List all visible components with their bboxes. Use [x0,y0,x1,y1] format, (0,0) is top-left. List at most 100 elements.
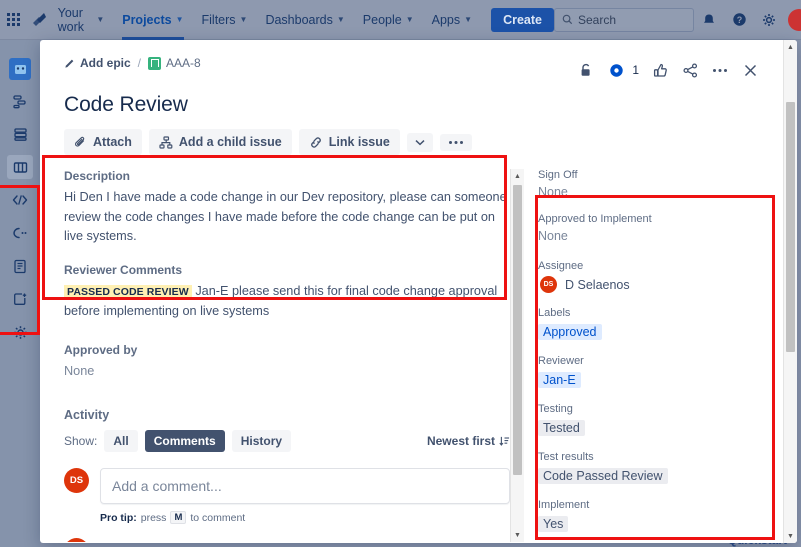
sidebar-item-project-settings[interactable] [7,320,33,344]
breadcrumb-separator: / [137,56,142,70]
field-value[interactable]: Jan-E [538,371,783,389]
reviewer-comments-section: Reviewer Comments PASSED CODE REVIEW Jan… [64,263,510,321]
field-testing: Testing Tested [538,403,783,437]
field-value[interactable]: Yes [538,515,783,533]
breadcrumb-epic-label: Add epic [80,56,131,70]
jira-logo-icon[interactable] [28,11,49,28]
nav-label: Dashboards [265,12,333,27]
pencil-icon [65,59,74,68]
settings-icon[interactable] [754,0,784,40]
sidebar-item-board[interactable] [7,155,33,179]
scrollbar[interactable]: ▲ ▼ [510,169,524,542]
scroll-down-arrow-icon[interactable]: ▼ [784,529,797,543]
avatar: DS [64,538,89,542]
sidebar-item-add[interactable] [7,287,33,311]
nav-item-projects[interactable]: Projects ▼ [113,0,192,40]
description-text[interactable]: Hi Den I have made a code change in our … [64,188,510,247]
close-icon[interactable] [737,57,763,83]
more-options-button[interactable] [439,133,472,151]
app-switcher-button[interactable] [0,13,28,26]
issue-key-label: AAA-8 [166,56,201,70]
create-button[interactable]: Create [491,7,554,32]
field-label: Assignee [538,260,584,272]
lock-icon[interactable] [573,57,599,83]
comment-author[interactable]: D Selaenos [100,540,165,542]
avatar: DS [540,276,557,293]
field-value[interactable]: Code Passed Review [538,467,783,485]
approved-by-value[interactable]: None [64,362,510,382]
like-thumbs-up-icon[interactable] [647,57,673,83]
nav-item-people[interactable]: People ▼ [354,0,423,40]
field-value[interactable]: None [538,229,783,243]
comment-input[interactable]: Add a comment... [100,468,510,505]
scrollbar-thumb[interactable] [513,185,522,475]
comment-meta: D Selaenos 3 days ago [100,538,510,542]
pro-tip-prefix: Pro tip: [100,511,137,524]
approved-by-label: Approved by [64,343,138,358]
scroll-up-arrow-icon[interactable]: ▲ [511,169,524,183]
modal-scrollbar[interactable]: ▲ ▼ [783,40,797,543]
nav-item-your-work[interactable]: Your work ▼ [49,0,114,40]
help-icon[interactable]: ? [724,0,754,40]
sidebar-item-pages[interactable] [7,254,33,278]
field-label: Reviewer [538,355,584,367]
share-icon[interactable] [677,57,703,83]
tab-history[interactable]: History [231,430,292,453]
scroll-down-arrow-icon[interactable]: ▼ [511,528,524,542]
tab-all[interactable]: All [104,430,138,453]
search-icon [562,14,573,25]
label-tag: Approved [538,324,602,340]
attach-button[interactable]: Attach [64,129,142,155]
nav-label: People [362,12,402,27]
comment-body: D Selaenos 3 days ago Thanks Dan now the… [100,538,510,542]
attach-label: Attach [93,135,132,149]
sidebar-item-roadmap[interactable] [7,89,33,113]
pro-tip-press: press [140,511,167,524]
main-column-scrollbar-track[interactable]: ▲ ▼ [510,169,524,542]
modal-content: Add epic / AAA-8 1 Code Review Attach Ad… [40,40,783,543]
testing-tag: Tested [538,420,585,436]
more-options-icon [448,140,463,144]
field-approved-to-implement: Approved to Implement None [538,213,783,243]
screen: Your work ▼ Projects ▼ Filters ▼ Dashboa… [0,0,801,547]
modal-body: Description Hi Den I have made a code ch… [40,155,783,542]
watch-eye-icon[interactable] [603,57,629,83]
reviewer-tag: Jan-E [538,372,581,388]
nav-label: Your work [57,5,85,34]
pro-tip: Pro tip: press M to comment [100,511,510,525]
nav-item-dashboards[interactable]: Dashboards ▼ [256,0,353,40]
tab-comments[interactable]: Comments [144,430,225,453]
more-actions-icon[interactable] [707,57,733,83]
link-issue-label: Link issue [328,135,390,149]
sidebar-item-releases[interactable] [7,221,33,245]
sidebar-item-code[interactable] [7,188,33,212]
issue-action-buttons: Attach Add a child issue Link issue [40,117,783,155]
user-avatar[interactable] [788,8,801,31]
field-labels: Labels Approved [538,307,783,341]
field-value[interactable]: Approved [538,323,783,341]
scroll-up-arrow-icon[interactable]: ▲ [784,40,797,54]
field-value[interactable]: Tested [538,419,783,437]
chevron-down-icon: ▼ [239,15,248,24]
actions-dropdown-button[interactable] [406,132,433,152]
sort-order-button[interactable]: Newest first [427,434,510,448]
notifications-icon[interactable] [694,0,724,40]
reviewer-comments-text[interactable]: PASSED CODE REVIEW Jan-E please send thi… [64,282,510,321]
link-issue-button[interactable]: Link issue [298,129,400,155]
nav-item-apps[interactable]: Apps ▼ [423,0,481,40]
pro-tip-key: M [170,511,187,525]
breadcrumb-add-epic[interactable]: Add epic [64,56,131,70]
chevron-down-icon: ▼ [405,15,414,24]
breadcrumb-issue-key[interactable]: AAA-8 [148,56,201,70]
project-avatar-icon[interactable] [9,58,31,80]
field-value[interactable]: None [538,185,783,199]
nav-item-filters[interactable]: Filters ▼ [193,0,257,40]
description-section: Description Hi Den I have made a code ch… [64,169,510,247]
field-value[interactable]: DS D Selaenos [538,276,783,293]
search-input[interactable]: Search [554,7,694,32]
scrollbar-thumb[interactable] [786,102,795,352]
add-child-issue-button[interactable]: Add a child issue [148,129,292,155]
breadcrumb: Add epic / AAA-8 [64,56,201,70]
passed-code-review-badge: PASSED CODE REVIEW [64,285,192,300]
sidebar-item-backlog[interactable] [7,122,33,146]
